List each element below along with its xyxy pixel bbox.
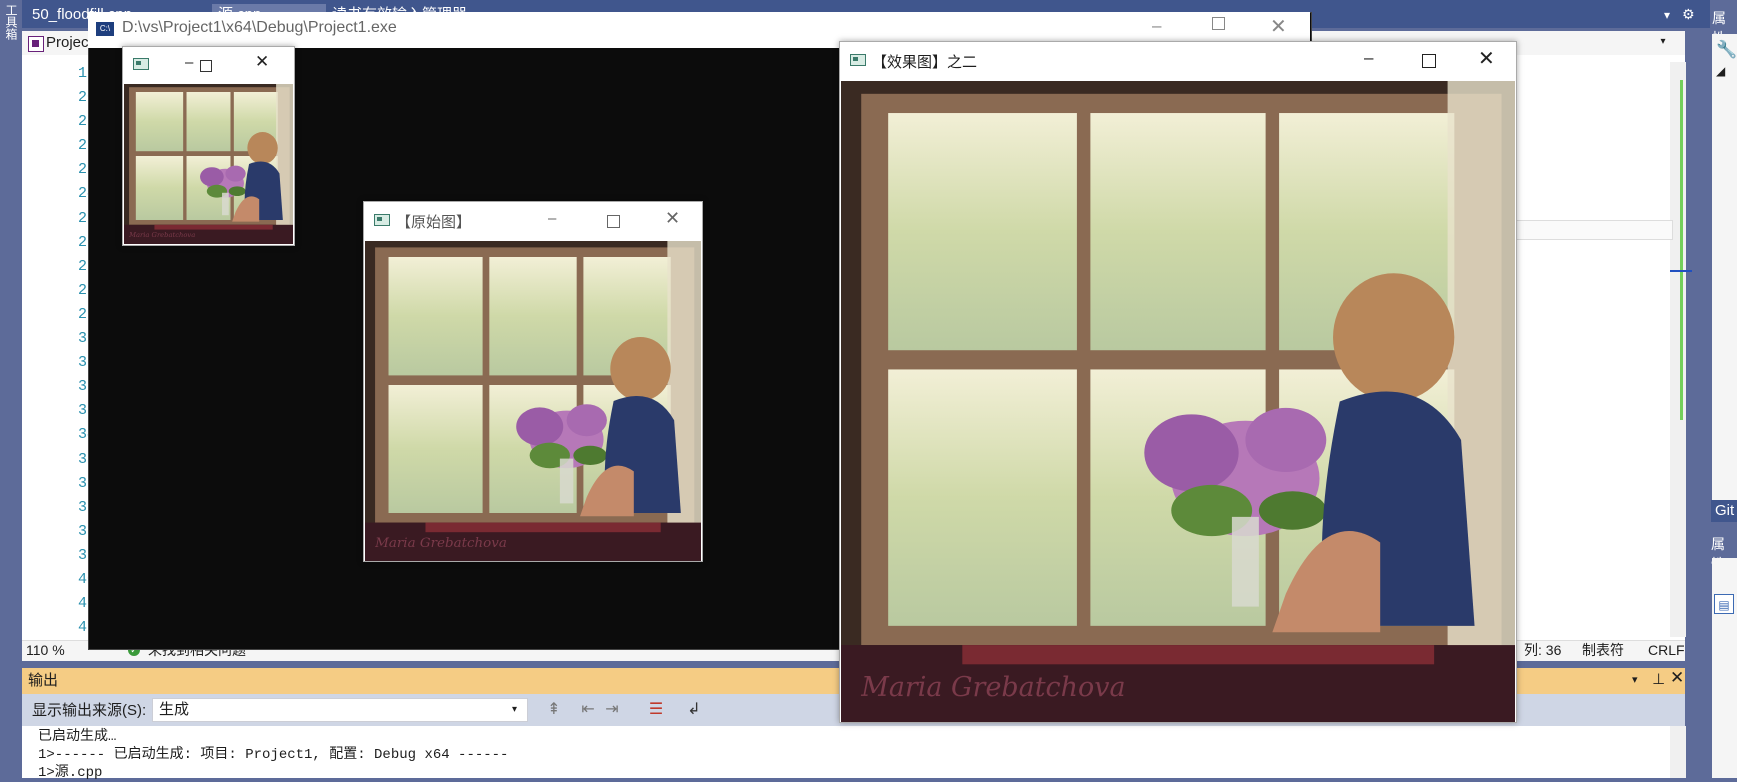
output-line: 1>源.cpp [38, 765, 103, 781]
opencv-window-icon [850, 54, 866, 66]
scrollbar-caret-marker [1670, 270, 1692, 272]
minimize-icon[interactable]: – [548, 210, 556, 227]
thumbnail-image: Maria Grebatchova [124, 84, 293, 244]
goto-next-icon[interactable]: ⇤ [578, 700, 598, 720]
chevron-down-icon[interactable]: ▾ [1632, 673, 1638, 686]
zoom-level[interactable]: 110 % [26, 641, 65, 659]
property-pages-icon[interactable]: ▤ [1714, 594, 1734, 614]
output-line: 1>------ 已启动生成: 项目: Project1, 配置: Debug … [38, 747, 509, 763]
output-pane-title: 输出 [28, 672, 59, 689]
toolbox-tab[interactable]: 工具箱 [2, 4, 20, 40]
minimize-icon[interactable]: – [1364, 48, 1373, 68]
photo-signature: Maria Grebatchova [861, 671, 1126, 703]
effect-image: Maria Grebatchova [841, 81, 1515, 722]
goto-prev-icon[interactable]: ⇞ [544, 700, 564, 720]
close-icon[interactable]: ✕ [1670, 668, 1684, 688]
opencv-window-icon [374, 214, 390, 226]
git-changes-tab[interactable]: Git [1711, 500, 1737, 522]
minimize-icon[interactable]: – [1152, 16, 1161, 36]
word-wrap-icon[interactable]: ↲ [684, 700, 704, 720]
output-source-label: 显示输出来源(S): [32, 702, 147, 719]
settings-gear-icon[interactable]: ⚙ [1682, 6, 1695, 23]
maximize-icon[interactable] [200, 60, 212, 72]
pin-icon[interactable]: ⊥ [1652, 670, 1665, 688]
effect-image-window[interactable]: 【效果图】之二 – ✕ Maria Grebatchova [839, 41, 1517, 723]
photo-signature: Maria Grebatchova [375, 536, 507, 552]
window-title: 【原始图】 [396, 214, 472, 231]
output-source-select[interactable]: 生成 [152, 698, 528, 722]
close-icon[interactable]: ✕ [1478, 46, 1495, 71]
tab-mode-indicator[interactable]: 制表符 [1582, 641, 1624, 659]
properties-panel-secondary [1712, 558, 1737, 778]
scrollbar-change-marker [1680, 80, 1683, 420]
maximize-icon[interactable] [607, 215, 620, 228]
line-ending-indicator[interactable]: CRLF [1648, 641, 1685, 659]
wrench-icon[interactable]: 🔧 [1716, 40, 1737, 60]
thumbnail-image-window[interactable]: – ✕ Maria Grebatchova [122, 46, 295, 246]
opencv-window-icon [133, 58, 149, 70]
properties-panel [1712, 34, 1737, 504]
output-scrollbar[interactable] [1670, 726, 1686, 778]
output-line: 已启动生成… [38, 729, 117, 745]
minimize-icon[interactable]: – [185, 54, 193, 71]
current-line-highlight [1516, 220, 1673, 240]
photo-signature: Maria Grebatchova [129, 231, 196, 240]
close-icon[interactable]: ✕ [665, 208, 680, 229]
window-title: 【效果图】之二 [872, 54, 978, 71]
expand-triangle-icon[interactable]: ◢ [1716, 64, 1725, 78]
maximize-icon[interactable] [1212, 17, 1225, 30]
photo-scene [124, 84, 293, 244]
editor-scrollbar[interactable] [1670, 62, 1686, 637]
original-image: Maria Grebatchova [365, 241, 701, 561]
console-title: D:\vs\Project1\x64\Debug\Project1.exe [122, 19, 397, 36]
clear-all-icon[interactable]: ☰ [646, 700, 666, 720]
member-dropdown-icon[interactable]: ▾ [1656, 36, 1670, 50]
chevron-down-icon[interactable]: ▾ [512, 704, 517, 715]
maximize-icon[interactable] [1422, 54, 1436, 68]
toolbox-strip [0, 0, 22, 778]
photo-scene [365, 241, 701, 561]
tab-list-dropdown-icon[interactable]: ▾ [1664, 8, 1670, 22]
photo-scene [841, 81, 1515, 722]
original-image-window[interactable]: 【原始图】 – ✕ Maria Grebatchova [363, 201, 703, 562]
find-icon[interactable]: ⇥ [602, 700, 622, 720]
close-icon[interactable]: ✕ [1270, 14, 1287, 39]
console-app-icon: C:\ [96, 22, 114, 36]
column-indicator: 列: 36 [1524, 642, 1562, 658]
close-icon[interactable]: ✕ [255, 52, 269, 72]
